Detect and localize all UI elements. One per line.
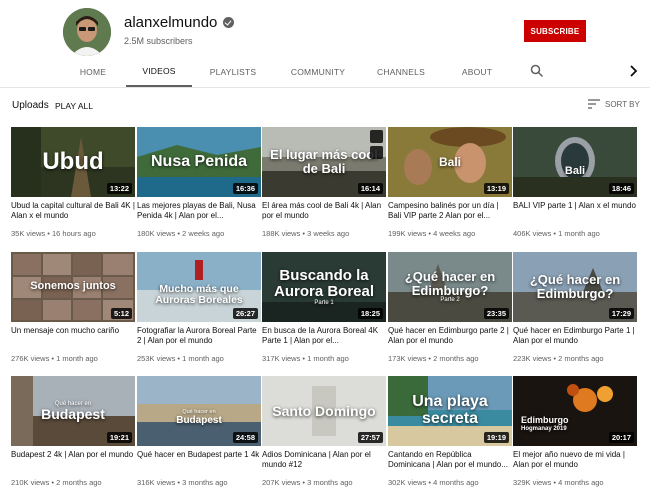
channel-header: alanxelmundo 2.5M subscribers SUBSCRIBE [0, 0, 650, 56]
thumbnail-subtitle: Hogmanay 2019 [521, 425, 567, 432]
thumbnail-title: ¿Qué hacer en Edimburgo? [404, 269, 496, 298]
video-thumbnail[interactable]: Sonemos juntos 5:12 [11, 252, 135, 322]
thumbnail-title: Edimburgo [521, 415, 569, 426]
video-duration: 18:46 [608, 183, 634, 194]
video-thumbnail[interactable]: Qué hacer en Budapest 19:21 [11, 376, 135, 446]
video-duration: 20:17 [608, 432, 634, 443]
video-meta: 199K views • 4 weeks ago [388, 229, 476, 238]
video-title[interactable]: Fotografiar la Aurora Boreal Parte 2 | A… [137, 326, 261, 346]
video-title[interactable]: Qué hacer en Edimburgo Parte 1 | Alan po… [513, 326, 637, 346]
video-meta: 188K views • 3 weeks ago [262, 229, 350, 238]
video-meta: 180K views • 2 weeks ago [137, 229, 225, 238]
video-meta: 210K views • 2 months ago [11, 478, 102, 487]
video-thumbnail[interactable]: Qué hacer en Budapest 24:58 [137, 376, 261, 446]
video-thumbnail[interactable]: ¿Qué hacer en Edimburgo? Parte 2 23:35 [388, 252, 512, 322]
video-title[interactable]: En busca de la Aurora Boreal 4K Parte 1 … [262, 326, 386, 346]
video-duration: 23:35 [483, 308, 509, 319]
video-meta: 276K views • 1 month ago [11, 354, 98, 363]
channel-tabs: HOME VIDEOS PLAYLISTS COMMUNITY CHANNELS… [0, 56, 650, 88]
video-meta: 317K views • 1 month ago [262, 354, 349, 363]
video-meta: 406K views • 1 month ago [513, 229, 600, 238]
video-thumbnail[interactable]: Una playa secreta 19:19 [388, 376, 512, 446]
video-meta: 253K views • 1 month ago [137, 354, 224, 363]
video-duration: 27:57 [357, 432, 383, 443]
video-meta: 316K views • 3 months ago [137, 478, 228, 487]
channel-name[interactable]: alanxelmundo [124, 14, 217, 31]
subscriber-count: 2.5M subscribers [124, 36, 193, 46]
video-title[interactable]: Adios Dominicana | Alan por el mundo #12 [262, 450, 386, 470]
play-all-button[interactable]: PLAY ALL [55, 101, 93, 111]
video-title[interactable]: BALI VIP parte 1 | Alan x el mundo [513, 201, 637, 211]
video-meta: 207K views • 3 months ago [262, 478, 353, 487]
video-thumbnail[interactable]: Bali 13:19 [388, 127, 512, 197]
subscribe-button[interactable]: SUBSCRIBE [524, 20, 586, 42]
thumbnail-title: Buscando la Aurora Boreal [273, 267, 375, 300]
video-title[interactable]: Budapest 2 4k | Alan por el mundo [11, 450, 135, 460]
video-thumbnail[interactable]: Mucho más que Auroras Boreales 26:27 [137, 252, 261, 322]
video-title[interactable]: El área más cool de Bali 4k | Alan por e… [262, 201, 386, 221]
video-duration: 13:22 [106, 183, 132, 194]
uploads-bar: Uploads PLAY ALL SORT BY [0, 96, 650, 118]
video-title[interactable]: Un mensaje con mucho cariño [11, 326, 135, 336]
video-duration: 19:21 [106, 432, 132, 443]
thumbnail-subtitle: Parte 2 [440, 297, 460, 304]
video-title[interactable]: Cantando en República Dominicana | Alan … [388, 450, 512, 470]
hover-actions [370, 130, 383, 159]
tab-channels[interactable]: CHANNELS [368, 56, 434, 87]
video-duration: 5:12 [110, 308, 132, 319]
video-thumbnail[interactable]: Edimburgo Hogmanay 2019 20:17 [513, 376, 637, 446]
video-meta: 173K views • 2 months ago [388, 354, 479, 363]
video-meta: 223K views • 2 months ago [513, 354, 604, 363]
video-thumbnail[interactable]: Buscando la Aurora Boreal Parte 1 18:25 [262, 252, 386, 322]
video-thumbnail[interactable]: ¿Qué hacer en Edimburgo? 17:29 [513, 252, 637, 322]
video-duration: 13:19 [483, 183, 509, 194]
video-title[interactable]: Las mejores playas de Bali, Nusa Penida … [137, 201, 261, 221]
video-thumbnail[interactable]: Ubud 13:22 [11, 127, 135, 197]
watch-later-icon[interactable] [370, 130, 383, 143]
video-duration: 24:58 [232, 432, 258, 443]
thumbnail-title: Budapest [41, 405, 105, 422]
tab-videos[interactable]: VIDEOS [126, 56, 192, 87]
video-meta: 35K views • 16 hours ago [11, 229, 96, 238]
verified-check-icon [223, 17, 235, 28]
tab-about[interactable]: ABOUT [450, 56, 504, 87]
channel-avatar[interactable] [63, 8, 111, 56]
video-thumbnail[interactable]: El lugar más cool de Bali 16:14 [262, 127, 386, 197]
thumbnail-title: Budapest [176, 414, 222, 426]
tab-home[interactable]: HOME [66, 56, 120, 87]
video-title[interactable]: Qué hacer en Budapest parte 1 4k [137, 450, 261, 460]
video-duration: 16:14 [357, 183, 383, 194]
video-duration: 26:27 [232, 308, 258, 319]
sort-icon [588, 99, 600, 109]
video-meta: 302K views • 4 months ago [388, 478, 479, 487]
thumbnail-subtitle: Parte 1 [314, 299, 334, 306]
tab-community[interactable]: COMMUNITY [282, 56, 354, 87]
video-thumbnail[interactable]: Nusa Penida 16:36 [137, 127, 261, 197]
video-thumbnail[interactable]: Bali 18:46 [513, 127, 637, 197]
video-meta: 329K views • 4 months ago [513, 478, 604, 487]
chevron-right-icon[interactable] [628, 64, 640, 78]
video-duration: 17:29 [608, 308, 634, 319]
video-title[interactable]: Ubud la capital cultural de Bali 4K | Al… [11, 201, 135, 221]
video-title[interactable]: Qué hacer en Edimburgo parte 2 | Alan po… [388, 326, 512, 346]
sort-by-button[interactable]: SORT BY [588, 99, 640, 109]
video-title[interactable]: El mejor año nuevo de mi vida | Alan por… [513, 450, 637, 470]
tab-playlists[interactable]: PLAYLISTS [200, 56, 266, 87]
video-duration: 19:19 [483, 432, 509, 443]
search-icon[interactable] [530, 64, 544, 78]
uploads-label: Uploads [12, 100, 49, 111]
channel-name-row[interactable]: alanxelmundo [124, 14, 235, 31]
video-title[interactable]: Campesino balinés por un día | Bali VIP … [388, 201, 512, 221]
sort-by-label: SORT BY [605, 99, 640, 109]
add-to-queue-icon[interactable] [370, 146, 383, 159]
video-thumbnail[interactable]: Santo Domingo 27:57 [262, 376, 386, 446]
video-duration: 16:36 [232, 183, 258, 194]
video-duration: 18:25 [357, 308, 383, 319]
